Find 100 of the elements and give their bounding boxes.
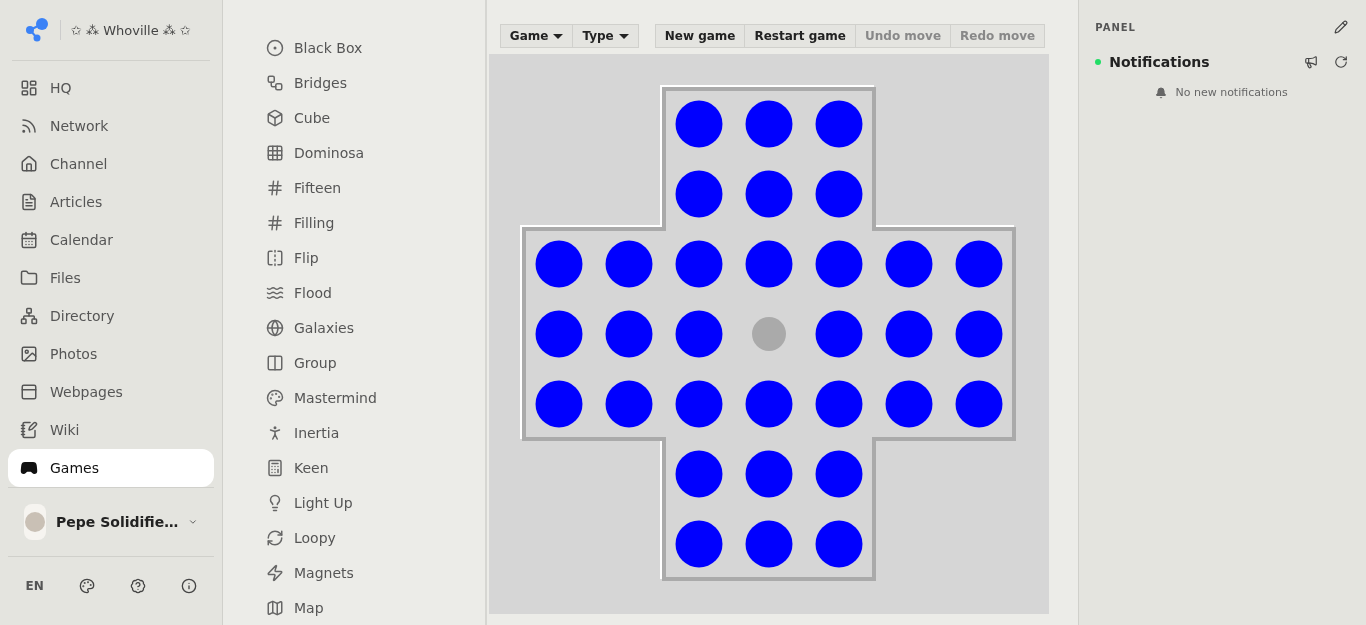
nav-item[interactable]: HQ: [8, 69, 214, 107]
peg[interactable]: [745, 380, 793, 428]
peg[interactable]: [955, 310, 1003, 358]
globe-icon: [266, 318, 284, 337]
cube-icon: [266, 108, 284, 127]
peg[interactable]: [815, 450, 863, 498]
peg[interactable]: [745, 100, 793, 148]
game-link[interactable]: Inertia: [266, 415, 485, 450]
caret-icon: [618, 33, 629, 39]
peg[interactable]: [675, 380, 723, 428]
calendar-icon: [20, 231, 38, 249]
document-icon: [20, 193, 38, 211]
peg[interactable]: [605, 380, 653, 428]
peg[interactable]: [675, 240, 723, 288]
game-link[interactable]: Cube: [266, 100, 485, 135]
nav-item[interactable]: Webpages: [8, 373, 214, 411]
peg[interactable]: [675, 170, 723, 218]
nav-item[interactable]: Articles: [8, 183, 214, 221]
peg[interactable]: [815, 100, 863, 148]
split-square-icon: [266, 353, 284, 372]
refresh-icon[interactable]: [1334, 55, 1348, 69]
peg[interactable]: [535, 310, 583, 358]
hierarchy-icon: [20, 307, 38, 325]
rss-icon: [20, 117, 38, 135]
peg[interactable]: [815, 310, 863, 358]
gamepad-icon: [20, 459, 38, 477]
menu-button[interactable]: Game: [499, 24, 574, 48]
hash-icon: [266, 213, 284, 232]
game-link[interactable]: Flip: [266, 240, 485, 275]
site-title: ✩ ⁂ Whoville ⁂ ✩: [71, 22, 191, 38]
peg[interactable]: [815, 240, 863, 288]
palette-icon[interactable]: [78, 578, 95, 594]
dashboard-icon: [20, 79, 38, 97]
peg[interactable]: [535, 380, 583, 428]
nav-item[interactable]: Network: [8, 107, 214, 145]
menu-button[interactable]: Type: [572, 24, 639, 48]
peg[interactable]: [815, 380, 863, 428]
game-link[interactable]: Dominosa: [266, 135, 485, 170]
game-board[interactable]: [488, 54, 1049, 614]
action-button[interactable]: Restart game: [744, 24, 856, 48]
user-name[interactable]: Pepe Solidifie…: [56, 514, 179, 530]
megaphone-icon[interactable]: [1304, 55, 1318, 69]
home-icon: [20, 155, 38, 173]
peg[interactable]: [675, 450, 723, 498]
game-link[interactable]: Loopy: [266, 520, 485, 555]
nav-item[interactable]: Calendar: [8, 221, 214, 259]
game-link[interactable]: Bridges: [266, 65, 485, 100]
game-link[interactable]: Flood: [266, 275, 485, 310]
peg[interactable]: [745, 240, 793, 288]
game-link[interactable]: Filling: [266, 205, 485, 240]
nav-item[interactable]: Wiki: [8, 411, 214, 449]
panel-title: PANEL: [1095, 21, 1136, 33]
nav-item[interactable]: Directory: [8, 297, 214, 335]
game-link[interactable]: Magnets: [266, 555, 485, 590]
peg[interactable]: [885, 240, 933, 288]
hash-icon: [266, 178, 284, 197]
game-link[interactable]: Light Up: [266, 485, 485, 520]
section-title: Notifications: [1109, 54, 1210, 70]
nav-item[interactable]: Channel: [8, 145, 214, 183]
game-link[interactable]: Black Box: [266, 30, 485, 65]
peg[interactable]: [815, 520, 863, 568]
nodes-icon: [266, 73, 284, 92]
help-icon[interactable]: [129, 578, 146, 594]
peg[interactable]: [745, 450, 793, 498]
peg[interactable]: [605, 310, 653, 358]
target-icon: [266, 38, 284, 57]
peg[interactable]: [675, 520, 723, 568]
pencil-icon[interactable]: [1334, 20, 1348, 34]
game-link[interactable]: Keen: [266, 450, 485, 485]
peg[interactable]: [885, 310, 933, 358]
calculator-icon: [266, 458, 284, 477]
bell-icon: [1155, 86, 1168, 99]
refresh-icon: [266, 528, 284, 547]
caret-icon: [553, 33, 564, 39]
peg[interactable]: [745, 170, 793, 218]
peg[interactable]: [885, 380, 933, 428]
game-link[interactable]: Galaxies: [266, 310, 485, 345]
game-link[interactable]: Group: [266, 345, 485, 380]
flip-icon: [266, 248, 284, 267]
info-icon[interactable]: [180, 578, 197, 594]
peg[interactable]: [675, 310, 723, 358]
nav-item[interactable]: Files: [8, 259, 214, 297]
game-link[interactable]: Fifteen: [266, 170, 485, 205]
game-link[interactable]: Mastermind: [266, 380, 485, 415]
peg[interactable]: [815, 170, 863, 218]
empty-message: No new notifications: [1175, 86, 1288, 99]
peg[interactable]: [605, 240, 653, 288]
nav-item[interactable]: Photos: [8, 335, 214, 373]
image-icon: [20, 345, 38, 363]
peg[interactable]: [745, 520, 793, 568]
game-link[interactable]: Map: [266, 590, 485, 625]
lightning-icon: [266, 563, 284, 582]
action-button[interactable]: New game: [654, 24, 746, 48]
peg[interactable]: [955, 240, 1003, 288]
peg[interactable]: [535, 240, 583, 288]
peg[interactable]: [955, 380, 1003, 428]
logo-icon[interactable]: [24, 17, 50, 43]
peg[interactable]: [675, 100, 723, 148]
language-button[interactable]: EN: [25, 579, 44, 593]
nav-item[interactable]: Games: [8, 449, 214, 487]
